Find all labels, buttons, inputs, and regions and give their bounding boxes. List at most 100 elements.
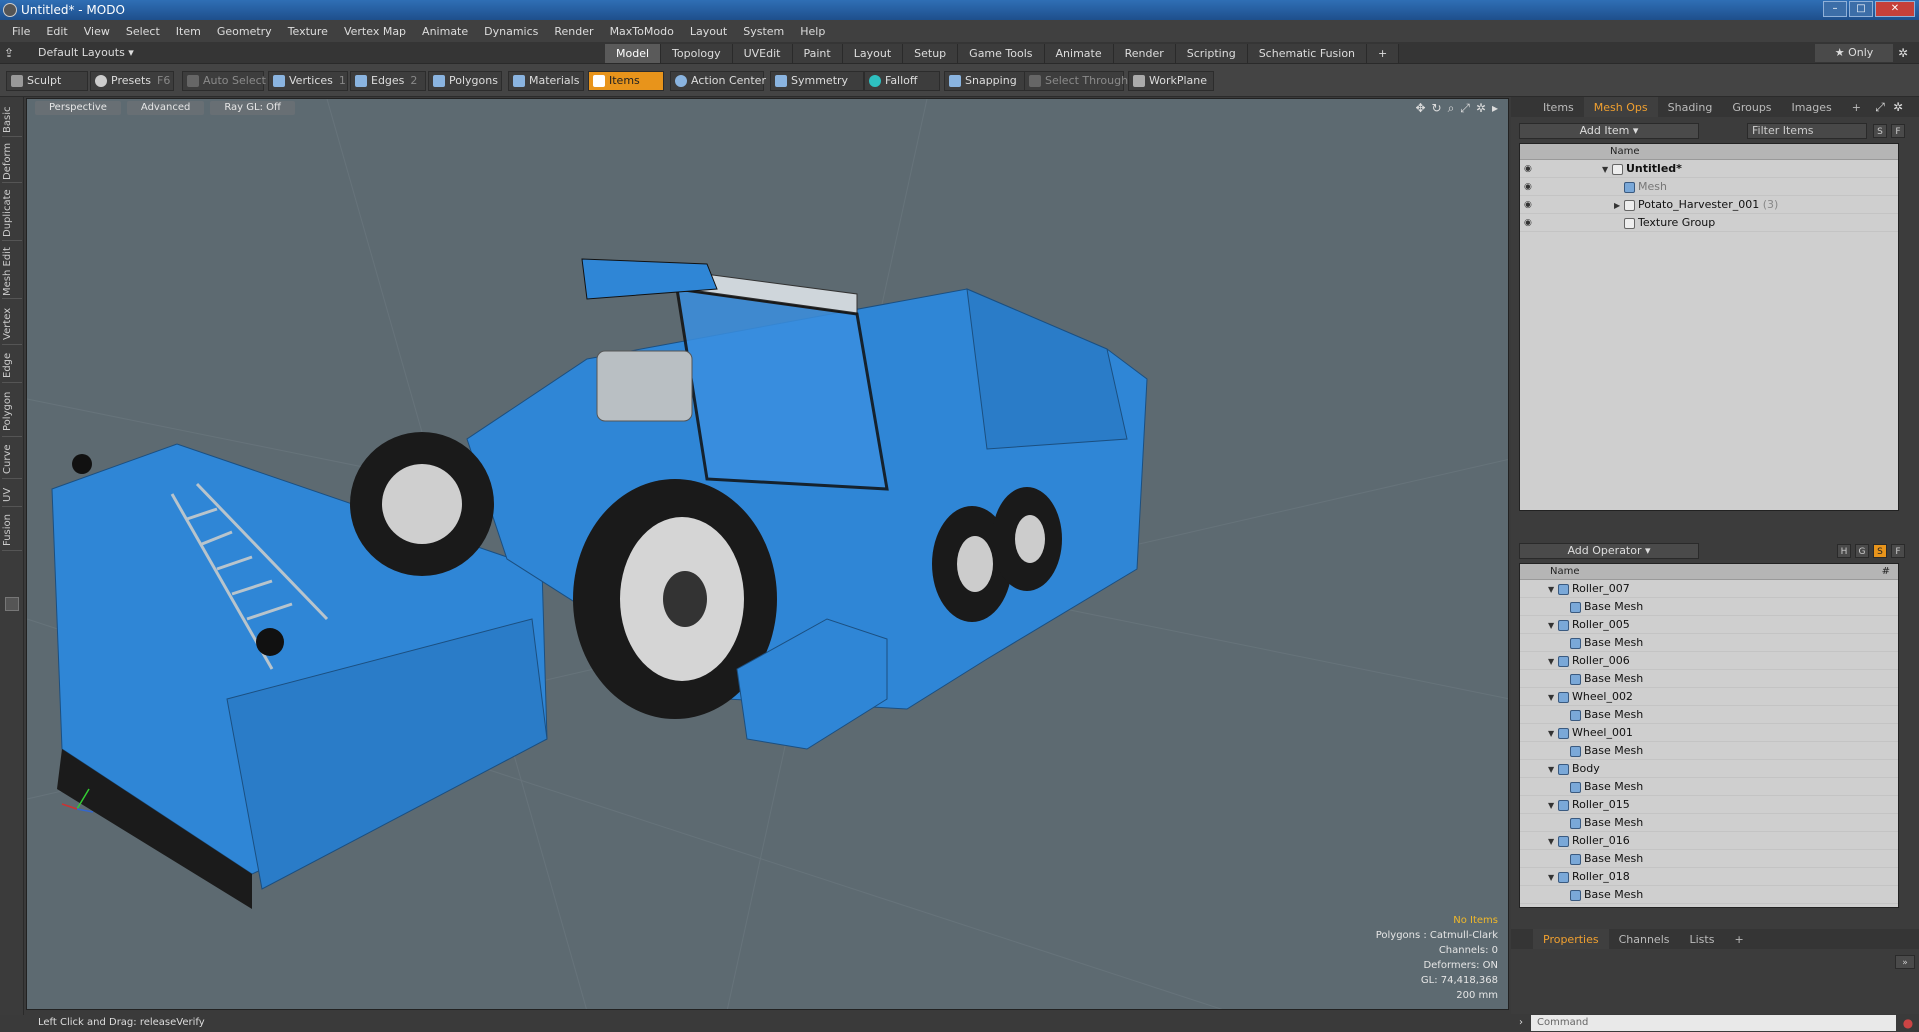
visibility-eye-icon[interactable] <box>1524 620 1536 630</box>
menu-layout[interactable]: Layout <box>682 25 735 38</box>
menu-edit[interactable]: Edit <box>38 25 75 38</box>
maximize-button[interactable]: □ <box>1849 1 1873 17</box>
tab-channels[interactable]: Channels <box>1609 929 1680 949</box>
menu-texture[interactable]: Texture <box>280 25 336 38</box>
op-h-button[interactable]: H <box>1837 544 1851 558</box>
only-toggle[interactable]: ★ Only <box>1815 44 1893 62</box>
vtab-mesh-edit[interactable]: Mesh Edit <box>2 245 22 299</box>
visibility-eye-icon[interactable] <box>1524 728 1536 738</box>
palette-toggle[interactable] <box>5 597 19 611</box>
visibility-eye-icon[interactable]: ◉ <box>1524 218 1536 228</box>
visibility-eye-icon[interactable] <box>1524 764 1536 774</box>
menu-geometry[interactable]: Geometry <box>209 25 280 38</box>
menu-view[interactable]: View <box>76 25 118 38</box>
panel-gear-icon[interactable]: ✲ <box>1891 100 1905 114</box>
tab-groups[interactable]: Groups <box>1722 97 1781 117</box>
operator-child-row[interactable]: Base Mesh <box>1520 670 1898 688</box>
tree-row-scene[interactable]: ◉ ▼ Untitled* <box>1520 160 1898 178</box>
default-layouts-dropdown[interactable]: Default Layouts ▾ <box>38 46 134 59</box>
sculpt-button[interactable]: Sculpt <box>6 71 88 91</box>
vtab-deform[interactable]: Deform <box>2 141 22 183</box>
action-center-button[interactable]: Action Center <box>670 71 766 91</box>
add-item-button[interactable]: Add Item ▾ <box>1519 123 1699 139</box>
edges-button[interactable]: Edges 2 <box>350 71 426 91</box>
tab-mesh-ops[interactable]: Mesh Ops <box>1583 97 1658 117</box>
polygons-button[interactable]: Polygons <box>428 71 502 91</box>
items-button[interactable]: Items <box>588 71 664 91</box>
operator-child-row[interactable]: Base Mesh <box>1520 598 1898 616</box>
tab-topology[interactable]: Topology <box>661 44 733 63</box>
operator-child-row[interactable]: Base Mesh <box>1520 886 1898 904</box>
tab-model[interactable]: Model <box>605 44 662 63</box>
visibility-eye-icon[interactable] <box>1524 836 1536 846</box>
tab-paint[interactable]: Paint <box>792 44 843 63</box>
tab-animate[interactable]: Animate <box>1044 44 1114 63</box>
vtab-curve[interactable]: Curve <box>2 441 22 479</box>
menu-vertex-map[interactable]: Vertex Map <box>336 25 414 38</box>
operator-child-row[interactable]: Base Mesh <box>1520 742 1898 760</box>
command-record-icon[interactable]: ● <box>1901 1016 1915 1030</box>
gear-icon[interactable]: ✲ <box>1896 46 1910 60</box>
operator-child-row[interactable]: Base Mesh <box>1520 814 1898 832</box>
tab-shading[interactable]: Shading <box>1658 97 1723 117</box>
tab-uvedit[interactable]: UVEdit <box>732 44 793 63</box>
op-s-button[interactable]: S <box>1873 544 1887 558</box>
falloff-button[interactable]: Falloff <box>864 71 940 91</box>
op-f-button[interactable]: F <box>1891 544 1905 558</box>
visibility-eye-icon[interactable] <box>1524 800 1536 810</box>
menu-select[interactable]: Select <box>118 25 168 38</box>
operator-row[interactable]: ▼ Wheel_002 <box>1520 688 1898 706</box>
visibility-eye-icon[interactable] <box>1524 656 1536 666</box>
tab-render[interactable]: Render <box>1113 44 1176 63</box>
operator-row[interactable]: ▼ Roller_015 <box>1520 796 1898 814</box>
add-panel-tab[interactable]: + <box>1842 97 1871 117</box>
vtab-fusion[interactable]: Fusion <box>2 511 22 551</box>
tab-scripting[interactable]: Scripting <box>1175 44 1248 63</box>
vtab-basic[interactable]: Basic <box>2 103 22 137</box>
snapping-button[interactable]: Snapping <box>944 71 1026 91</box>
filter-s-button[interactable]: S <box>1873 124 1887 138</box>
tab-images[interactable]: Images <box>1782 97 1842 117</box>
tree-row-potato-harvester[interactable]: ◉ ▶ Potato_Harvester_001 (3) <box>1520 196 1898 214</box>
operator-child-row[interactable]: Base Mesh <box>1520 850 1898 868</box>
add-tab-button[interactable]: + <box>1367 44 1400 63</box>
vtab-uv[interactable]: UV <box>2 483 22 507</box>
menu-item[interactable]: Item <box>168 25 209 38</box>
tree-row-mesh[interactable]: ◉ Mesh <box>1520 178 1898 196</box>
menu-file[interactable]: File <box>4 25 38 38</box>
tab-properties[interactable]: Properties <box>1533 929 1609 949</box>
operator-row[interactable]: ▼Roller_020 <box>1520 904 1898 907</box>
tree-row-texture-group[interactable]: ◉ Texture Group <box>1520 214 1898 232</box>
visibility-eye-icon[interactable] <box>1524 584 1536 594</box>
filter-f-button[interactable]: F <box>1891 124 1905 138</box>
vtab-edge[interactable]: Edge <box>2 349 22 383</box>
materials-button[interactable]: Materials <box>508 71 584 91</box>
menu-render[interactable]: Render <box>546 25 601 38</box>
panel-expand-icon[interactable]: ⤢ <box>1873 100 1887 114</box>
add-operator-button[interactable]: Add Operator ▾ <box>1519 543 1699 559</box>
filter-items-input[interactable]: Filter Items <box>1747 123 1867 139</box>
vtab-duplicate[interactable]: Duplicate <box>2 187 22 241</box>
command-input[interactable]: Command <box>1531 1015 1896 1031</box>
operator-child-row[interactable]: Base Mesh <box>1520 706 1898 724</box>
tab-items[interactable]: Items <box>1533 97 1584 117</box>
symmetry-button[interactable]: Symmetry <box>770 71 864 91</box>
minimize-button[interactable]: – <box>1823 1 1847 17</box>
auto-select-button[interactable]: Auto Select <box>182 71 266 91</box>
visibility-eye-icon[interactable] <box>1524 872 1536 882</box>
presets-button[interactable]: Presets F6 <box>90 71 174 91</box>
operator-row[interactable]: ▼ Roller_005 <box>1520 616 1898 634</box>
op-g-button[interactable]: G <box>1855 544 1869 558</box>
close-button[interactable]: ✕ <box>1875 1 1915 17</box>
operator-child-row[interactable]: Base Mesh <box>1520 634 1898 652</box>
visibility-eye-icon[interactable] <box>1524 692 1536 702</box>
visibility-eye-icon[interactable]: ◉ <box>1524 182 1536 192</box>
visibility-eye-icon[interactable]: ◉ <box>1524 200 1536 210</box>
add-props-tab[interactable]: + <box>1724 929 1753 949</box>
menu-maxtomodo[interactable]: MaxToModo <box>602 25 682 38</box>
3d-viewport[interactable]: Perspective Advanced Ray GL: Off ✥ ↻ ⌕ ⤢… <box>26 98 1509 1010</box>
tab-lists[interactable]: Lists <box>1680 929 1725 949</box>
operator-row[interactable]: ▼ Roller_018 <box>1520 868 1898 886</box>
vtab-vertex[interactable]: Vertex <box>2 303 22 345</box>
vtab-polygon[interactable]: Polygon <box>2 387 22 437</box>
